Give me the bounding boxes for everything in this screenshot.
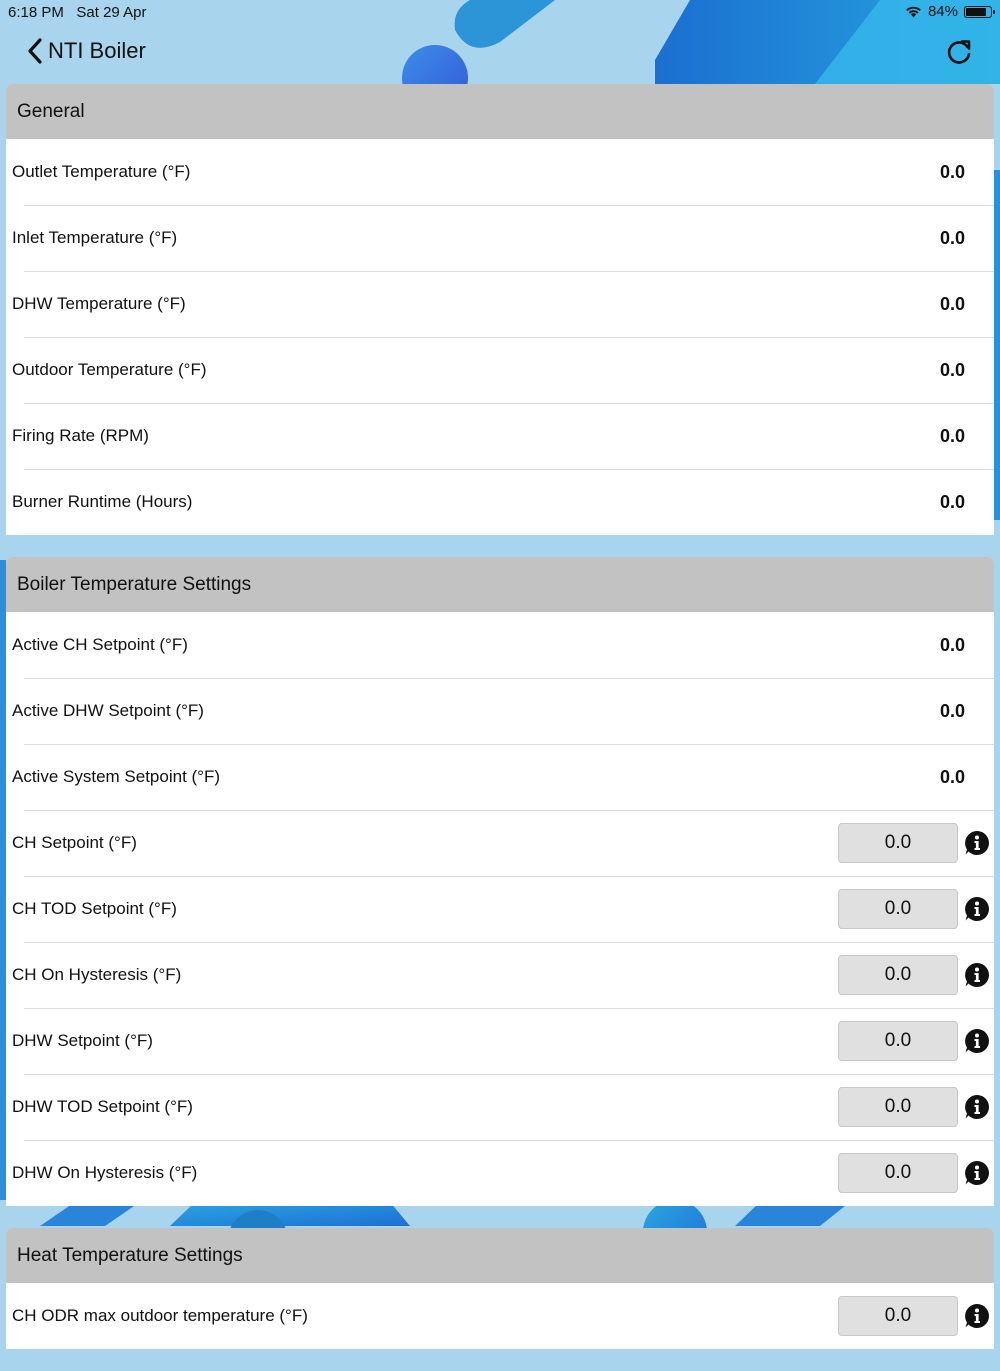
- setting-label: Active DHW Setpoint (°F): [12, 701, 204, 720]
- setting-input[interactable]: 0.0: [838, 1153, 958, 1193]
- setting-label: CH Setpoint (°F): [12, 833, 137, 852]
- setting-value: 0.0: [939, 359, 965, 380]
- setting-value: 0.0: [939, 766, 965, 787]
- setting-row: Inlet Temperature (°F) 0.0: [6, 205, 994, 271]
- section-header: Heat Temperature Settings: [6, 1228, 994, 1283]
- setting-row: Burner Runtime (Hours) 0.0: [6, 469, 994, 535]
- setting-label: Active CH Setpoint (°F): [12, 635, 188, 654]
- info-icon[interactable]: [964, 896, 990, 922]
- settings-list: General Outlet Temperature (°F) 0.0 Inlet T…: [6, 84, 994, 1371]
- section-boiler-temperature-settings: Boiler Temperature Settings Active CH Set…: [6, 557, 994, 1206]
- setting-row: CH Setpoint (°F) 0.0: [6, 810, 994, 876]
- setting-label: DHW Setpoint (°F): [12, 1031, 153, 1050]
- setting-row: CH TOD Setpoint (°F) 0.0: [6, 876, 994, 942]
- setting-input[interactable]: 0.0: [838, 955, 958, 995]
- setting-input[interactable]: 0.0: [838, 889, 958, 929]
- setting-input[interactable]: 0.0: [838, 1296, 958, 1336]
- battery-icon: [964, 5, 995, 18]
- setting-row: Active DHW Setpoint (°F) 0.0: [6, 678, 994, 744]
- setting-value: 0.0: [939, 425, 965, 446]
- setting-label: CH On Hysteresis (°F): [12, 965, 182, 984]
- setting-input[interactable]: 0.0: [838, 823, 958, 863]
- refresh-icon[interactable]: [944, 38, 974, 68]
- section-header: General: [6, 84, 994, 139]
- setting-row: DHW On Hysteresis (°F) 0.0: [6, 1140, 994, 1206]
- setting-label: Inlet Temperature (°F): [12, 228, 178, 247]
- status-bar: 6:18 PM Sat 29 Apr 84%: [0, 0, 1000, 24]
- back-label: NTI Boiler: [48, 38, 146, 63]
- setting-input[interactable]: 0.0: [838, 1021, 958, 1061]
- setting-value: 0.0: [939, 161, 965, 182]
- setting-value: 0.0: [939, 293, 965, 314]
- setting-input[interactable]: 0.0: [838, 1087, 958, 1127]
- info-icon[interactable]: [964, 1028, 990, 1054]
- status-time-date: 6:18 PM Sat 29 Apr: [8, 4, 146, 21]
- setting-label: DHW Temperature (°F): [12, 294, 186, 313]
- info-icon[interactable]: [964, 1094, 990, 1120]
- setting-label: CH TOD Setpoint (°F): [12, 899, 177, 918]
- setting-label: Outlet Temperature (°F): [12, 162, 191, 181]
- nav-bar: NTI Boiler: [0, 24, 1000, 84]
- setting-row: Firing Rate (RPM) 0.0: [6, 403, 994, 469]
- setting-row: DHW TOD Setpoint (°F) 0.0: [6, 1074, 994, 1140]
- status-date: Sat 29 Apr: [76, 4, 147, 21]
- setting-label: CH ODR max outdoor temperature (°F): [12, 1306, 308, 1325]
- setting-row: Active System Setpoint (°F) 0.0: [6, 744, 994, 810]
- info-icon[interactable]: [964, 1303, 990, 1329]
- info-icon[interactable]: [964, 830, 990, 856]
- setting-row: DHW Temperature (°F) 0.0: [6, 271, 994, 337]
- chevron-left-icon: [28, 38, 42, 64]
- setting-value: 0.0: [939, 634, 965, 655]
- status-indicators: 84%: [905, 3, 995, 20]
- setting-label: DHW TOD Setpoint (°F): [12, 1097, 193, 1116]
- setting-row: CH On Hysteresis (°F) 0.0: [6, 942, 994, 1008]
- setting-label: DHW On Hysteresis (°F): [12, 1163, 198, 1182]
- setting-value: 0.0: [939, 700, 965, 721]
- setting-value: 0.0: [939, 491, 965, 512]
- battery-percent: 84%: [927, 3, 958, 20]
- section-heat-temperature-settings: Heat Temperature Settings CH ODR max outd…: [6, 1228, 994, 1349]
- setting-row: Outlet Temperature (°F) 0.0: [6, 139, 994, 205]
- back-button[interactable]: NTI Boiler: [26, 38, 146, 64]
- setting-label: Burner Runtime (Hours): [12, 492, 193, 511]
- setting-row: CH ODR max outdoor temperature (°F) 0.0: [6, 1283, 994, 1349]
- info-icon[interactable]: [964, 962, 990, 988]
- setting-label: Outdoor Temperature (°F): [12, 360, 207, 379]
- section-general: General Outlet Temperature (°F) 0.0 Inlet T…: [6, 84, 994, 535]
- setting-row: DHW Setpoint (°F) 0.0: [6, 1008, 994, 1074]
- status-time: 6:18 PM: [8, 4, 64, 21]
- info-icon[interactable]: [964, 1160, 990, 1186]
- setting-row: Active CH Setpoint (°F) 0.0: [6, 612, 994, 678]
- setting-label: Firing Rate (RPM): [12, 426, 149, 445]
- setting-label: Active System Setpoint (°F): [12, 767, 221, 786]
- setting-row: Outdoor Temperature (°F) 0.0: [6, 337, 994, 403]
- setting-value: 0.0: [939, 227, 965, 248]
- section-header: Boiler Temperature Settings: [6, 557, 994, 612]
- wifi-icon: [906, 6, 921, 18]
